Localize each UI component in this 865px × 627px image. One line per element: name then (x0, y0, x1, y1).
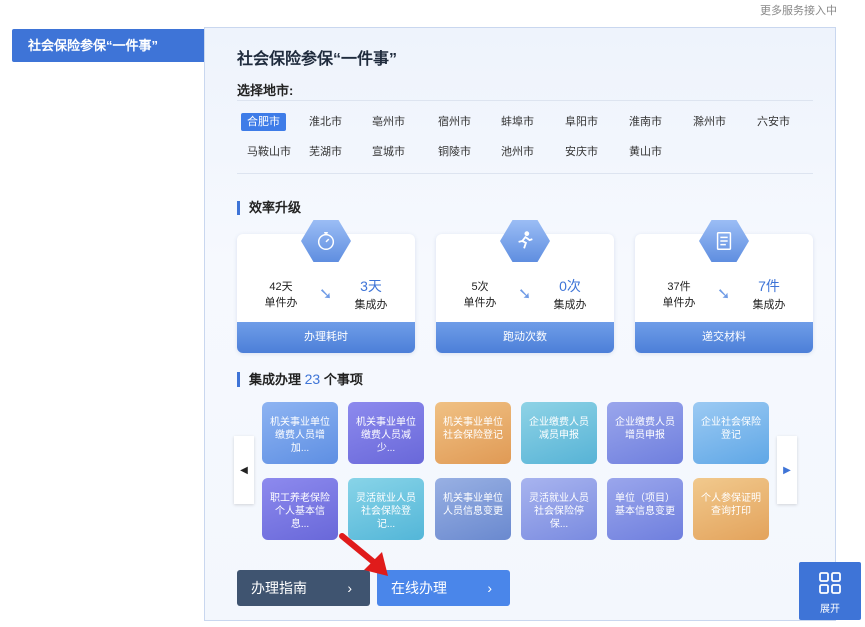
service-tile[interactable]: 机关事业单位社会保险登记 (435, 402, 511, 464)
city-option[interactable]: 六安市 (751, 113, 796, 131)
efficiency-card-time: 42天单件办 ➘ 3天集成办 办理耗时 (237, 220, 415, 353)
city-option[interactable]: 滁州市 (687, 113, 732, 131)
city-option[interactable]: 淮南市 (623, 113, 668, 131)
card-footer: 递交材料 (635, 322, 813, 353)
city-option[interactable]: 马鞍山市 (241, 143, 297, 161)
service-tile[interactable]: 个人参保证明查询打印 (693, 478, 769, 540)
main-panel: 社会保险参保“一件事” 选择地市: 合肥市 淮北市 亳州市 宿州市 蚌埠市 阜阳市 淮南市 滁… (204, 27, 836, 621)
arrow-icon: ➘ (717, 286, 731, 303)
service-tile[interactable]: 机关事业单位缴费人员减少... (348, 402, 424, 464)
city-option[interactable]: 淮北市 (303, 113, 348, 131)
service-tile-label: 灵活就业人员社会保险停保... (529, 493, 589, 530)
city-option[interactable]: 蚌埠市 (495, 113, 540, 131)
page-title: 社会保险参保“一件事” (237, 51, 398, 68)
service-tile-label: 灵活就业人员社会保险登记... (356, 493, 416, 530)
running-person-icon (500, 220, 550, 262)
efficiency-heading: 效率升级 (237, 201, 301, 215)
after-label: 集成办 (752, 299, 786, 311)
grid-icon (819, 572, 841, 594)
divider (237, 100, 813, 101)
city-option[interactable]: 芜湖市 (303, 143, 348, 161)
chevron-right-icon: › (487, 580, 492, 596)
service-tile[interactable]: 机关事业单位缴费人员增加... (262, 402, 338, 464)
service-tile[interactable]: 灵活就业人员社会保险停保... (521, 478, 597, 540)
service-tile[interactable]: 职工养老保险个人基本信息... (262, 478, 338, 540)
city-option[interactable]: 阜阳市 (559, 113, 604, 131)
city-option[interactable]: 亳州市 (366, 113, 411, 131)
city-select-label: 选择地市: (237, 83, 294, 98)
service-tile-label: 职工养老保险个人基本信息... (270, 493, 330, 530)
before-label: 单件办 (463, 297, 497, 309)
carousel-next-button[interactable]: ▶ (777, 436, 797, 504)
city-option[interactable]: 铜陵市 (432, 143, 477, 161)
city-option[interactable]: 宿州市 (432, 113, 477, 131)
service-tile[interactable]: 单位（项目）基本信息变更 (607, 478, 683, 540)
city-option[interactable]: 黄山市 (623, 143, 668, 161)
city-option[interactable]: 合肥市 (241, 113, 286, 131)
service-tile-label: 单位（项目）基本信息变更 (615, 493, 675, 517)
service-tile-label: 个人参保证明查询打印 (701, 493, 761, 517)
before-value: 37件 (667, 281, 691, 293)
after-label: 集成办 (553, 299, 587, 311)
after-value: 7件 (758, 278, 780, 294)
service-tile[interactable]: 企业社会保险登记 (693, 402, 769, 464)
before-value: 5次 (471, 281, 489, 293)
sidebar-item-social-insurance[interactable]: 社会保险参保“一件事” (12, 29, 204, 62)
card-footer: 跑动次数 (436, 322, 614, 353)
stopwatch-icon (301, 220, 351, 262)
top-note: 更多服务接入中 (760, 5, 837, 17)
service-tile-label: 企业社会保险登记 (701, 417, 761, 441)
service-tile-label: 企业缴费人员减员申报 (529, 417, 589, 441)
city-option[interactable]: 池州市 (495, 143, 540, 161)
after-label: 集成办 (354, 299, 388, 311)
service-tile[interactable]: 企业缴费人员增员申报 (607, 402, 683, 464)
integrated-heading: 集成办理 23 个事项 (237, 372, 363, 387)
service-tile-label: 机关事业单位缴费人员增加... (270, 417, 330, 454)
chevron-right-icon: ▶ (783, 464, 791, 476)
service-tile-label: 企业缴费人员增员申报 (615, 417, 675, 441)
service-tile[interactable]: 企业缴费人员减员申报 (521, 402, 597, 464)
after-value: 3天 (360, 278, 382, 294)
expand-button[interactable]: 展开 (799, 562, 861, 620)
carousel-prev-button[interactable]: ◀ (234, 436, 254, 504)
after-value: 0次 (559, 278, 581, 294)
service-tile[interactable]: 机关事业单位人员信息变更 (435, 478, 511, 540)
document-icon (699, 220, 749, 262)
city-option[interactable]: 宣城市 (366, 143, 411, 161)
service-tile-label: 机关事业单位人员信息变更 (443, 493, 503, 517)
arrow-icon: ➘ (319, 286, 333, 303)
red-arrow-annotation (339, 533, 388, 576)
before-value: 42天 (269, 281, 293, 293)
efficiency-card-trips: 5次单件办 ➘ 0次集成办 跑动次数 (436, 220, 614, 353)
expand-label: 展开 (820, 604, 840, 615)
divider (237, 173, 813, 174)
efficiency-card-materials: 37件单件办 ➘ 7件集成办 递交材料 (635, 220, 813, 353)
card-footer: 办理耗时 (237, 322, 415, 353)
arrow-icon: ➘ (518, 286, 532, 303)
service-tile-label: 机关事业单位社会保险登记 (443, 417, 503, 441)
chevron-left-icon: ◀ (240, 464, 248, 476)
city-option[interactable]: 安庆市 (559, 143, 604, 161)
service-tile-label: 机关事业单位缴费人员减少... (356, 417, 416, 454)
before-label: 单件办 (264, 297, 298, 309)
integrated-count: 23 (304, 371, 321, 387)
before-label: 单件办 (662, 297, 696, 309)
